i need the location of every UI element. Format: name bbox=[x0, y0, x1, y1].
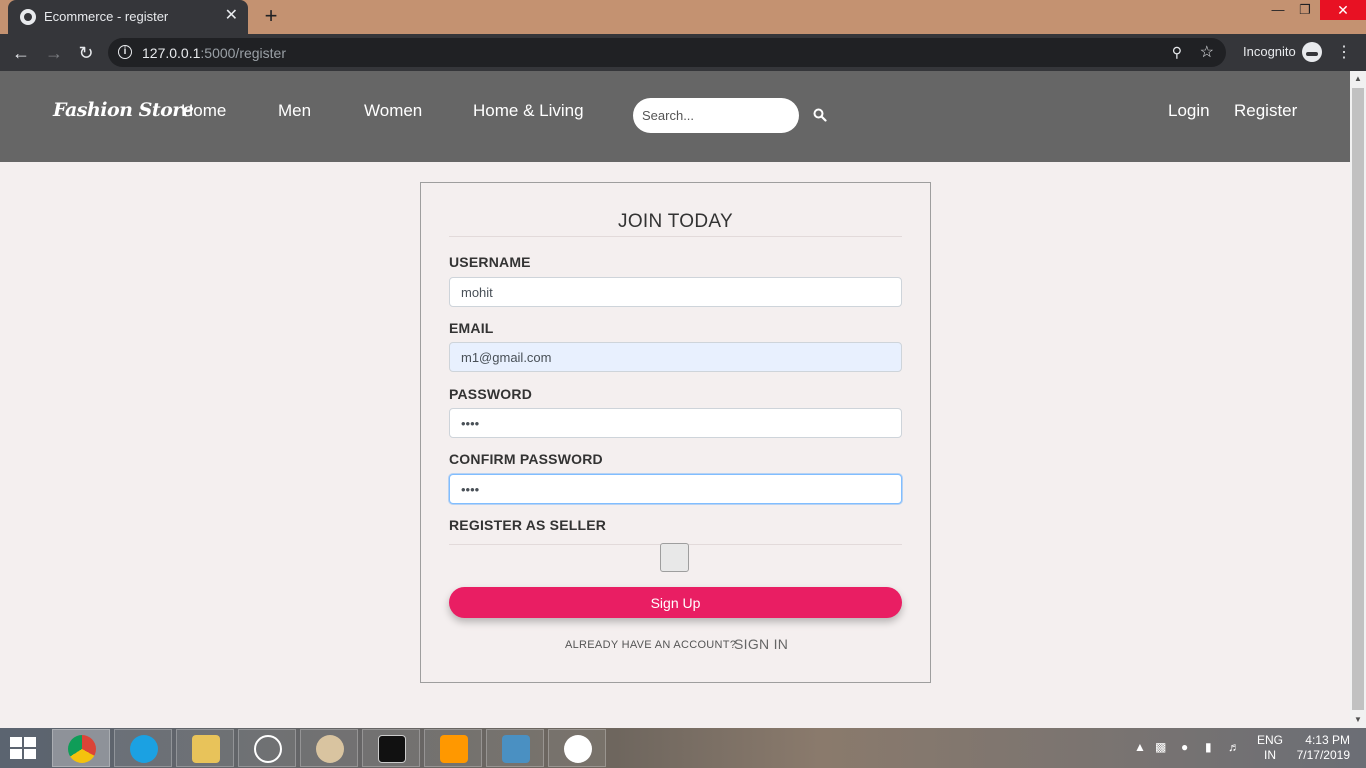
language-code: ENG bbox=[1257, 733, 1284, 747]
register-form-card: JOIN TODAY USERNAME EMAIL PASSWORD CONFI… bbox=[420, 182, 931, 683]
password-label: PASSWORD bbox=[449, 386, 533, 402]
forward-arrow-icon[interactable]: → bbox=[42, 41, 66, 65]
taskbar-hp[interactable] bbox=[238, 729, 296, 767]
windows-start-icon[interactable] bbox=[10, 737, 38, 761]
language-region: IN bbox=[1264, 748, 1276, 762]
nav-link-women[interactable]: Women bbox=[364, 101, 422, 121]
confirm-password-field[interactable] bbox=[449, 474, 902, 504]
address-bar[interactable]: i 127.0.0.1:5000/register ⚲ ☆ bbox=[108, 38, 1226, 67]
site-info-icon[interactable]: i bbox=[118, 45, 132, 59]
register-seller-checkbox[interactable] bbox=[660, 543, 689, 572]
already-have-account-text: ALREADY HAVE AN ACCOUNT? bbox=[565, 639, 737, 651]
brand-logo[interactable]: Fashion Store bbox=[53, 99, 194, 121]
page-scrollbar[interactable]: ▲ ▼ bbox=[1350, 71, 1366, 728]
username-label: USERNAME bbox=[449, 254, 531, 270]
url-host: 127.0.0.1 bbox=[142, 45, 201, 61]
battery-icon[interactable]: ▮ bbox=[1205, 740, 1212, 754]
minimize-icon[interactable]: — bbox=[1263, 0, 1293, 22]
clock-date: 7/17/2019 bbox=[1296, 748, 1350, 762]
browser-tab[interactable]: Ecommerce - register ✕ bbox=[8, 0, 248, 34]
restore-icon[interactable]: ❐ bbox=[1290, 0, 1320, 22]
bookmark-star-icon[interactable]: ☆ bbox=[1200, 42, 1214, 62]
new-tab-button[interactable]: + bbox=[260, 4, 282, 28]
url-text: 127.0.0.1:5000/register bbox=[142, 45, 286, 61]
scroll-up-icon[interactable]: ▲ bbox=[1350, 71, 1366, 87]
chrome-icon bbox=[68, 735, 96, 763]
internet-explorer-icon bbox=[130, 735, 158, 763]
network-signal-icon[interactable]: ▩ bbox=[1155, 740, 1166, 754]
form-title: JOIN TODAY bbox=[618, 211, 733, 232]
search-icon[interactable] bbox=[813, 108, 827, 122]
tab-title: Ecommerce - register bbox=[44, 9, 169, 24]
taskbar-explorer[interactable] bbox=[176, 729, 234, 767]
email-label: EMAIL bbox=[449, 320, 494, 336]
taskbar-sublime[interactable] bbox=[424, 729, 482, 767]
clock-time: 4:13 PM bbox=[1305, 733, 1350, 747]
zoom-icon[interactable]: ⚲ bbox=[1172, 44, 1182, 61]
taskbar-cmd[interactable] bbox=[362, 729, 420, 767]
taskbar-chrome[interactable] bbox=[52, 729, 110, 767]
site-navbar: Fashion Store Home Men Women Home & Livi… bbox=[0, 71, 1350, 162]
nav-link-men[interactable]: Men bbox=[278, 101, 311, 121]
reload-icon[interactable]: ↻ bbox=[74, 41, 98, 65]
volume-icon[interactable]: ♬ bbox=[1228, 740, 1240, 754]
password-field[interactable] bbox=[449, 408, 902, 438]
language-indicator[interactable]: ENG IN bbox=[1257, 733, 1283, 763]
paint-palette-icon bbox=[316, 735, 344, 763]
tab-close-icon[interactable]: ✕ bbox=[225, 7, 238, 25]
register-link[interactable]: Register bbox=[1234, 101, 1297, 121]
scroll-down-icon[interactable]: ▼ bbox=[1350, 712, 1366, 728]
browser-toolbar: ← → ↻ i 127.0.0.1:5000/register ⚲ ☆ Inco… bbox=[0, 34, 1366, 71]
tray-expand-icon[interactable]: ▲ bbox=[1134, 740, 1146, 754]
command-prompt-icon bbox=[378, 735, 406, 763]
sign-in-link[interactable]: SIGN IN bbox=[734, 636, 788, 652]
photo-viewer-icon bbox=[502, 735, 530, 763]
mongodb-leaf-icon bbox=[564, 735, 592, 763]
tray-app-icon[interactable]: ● bbox=[1181, 740, 1188, 754]
globe-icon bbox=[20, 9, 36, 25]
scrollbar-thumb[interactable] bbox=[1352, 88, 1364, 710]
nav-link-home-living[interactable]: Home & Living bbox=[473, 101, 584, 121]
register-seller-label: REGISTER AS SELLER bbox=[449, 517, 607, 533]
login-link[interactable]: Login bbox=[1168, 101, 1210, 121]
incognito-label: Incognito bbox=[1243, 44, 1296, 59]
title-divider bbox=[449, 236, 902, 237]
window-close-icon[interactable]: ✕ bbox=[1320, 0, 1366, 20]
hp-icon bbox=[254, 735, 282, 763]
browser-tab-strip: Ecommerce - register ✕ + — ❐ ✕ bbox=[0, 0, 1366, 34]
nav-link-home[interactable]: Home bbox=[181, 101, 226, 121]
back-arrow-icon[interactable]: ← bbox=[9, 41, 33, 65]
taskbar-photos[interactable] bbox=[486, 729, 544, 767]
username-field[interactable] bbox=[449, 277, 902, 307]
taskbar-mongodb[interactable] bbox=[548, 729, 606, 767]
windows-taskbar: ▲ ▩ ● ▮ ♬ ENG IN 4:13 PM 7/17/2019 bbox=[0, 728, 1366, 768]
sign-up-button[interactable]: Sign Up bbox=[449, 587, 902, 618]
url-path: :5000/register bbox=[200, 45, 286, 61]
incognito-icon[interactable] bbox=[1302, 42, 1322, 62]
taskbar-paint[interactable] bbox=[300, 729, 358, 767]
taskbar-ie[interactable] bbox=[114, 729, 172, 767]
email-field[interactable] bbox=[449, 342, 902, 372]
sublime-text-icon bbox=[440, 735, 468, 763]
browser-menu-icon[interactable]: ⋮ bbox=[1336, 42, 1352, 62]
search-input[interactable] bbox=[633, 98, 799, 133]
folder-icon bbox=[192, 735, 220, 763]
confirm-password-label: CONFIRM PASSWORD bbox=[449, 451, 603, 467]
taskbar-clock[interactable]: 4:13 PM 7/17/2019 bbox=[1290, 733, 1350, 763]
